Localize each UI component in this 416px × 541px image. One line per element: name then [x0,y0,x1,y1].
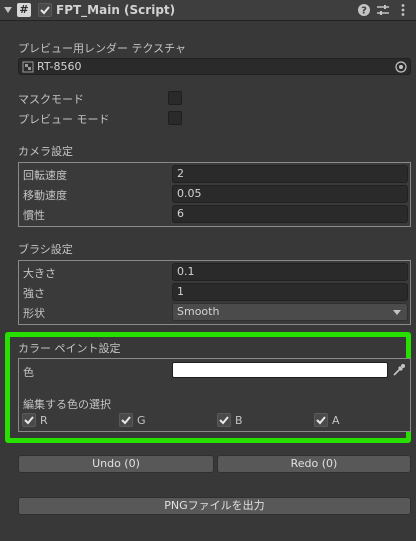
svg-text:?: ? [361,6,367,17]
texture-object-field[interactable]: RT-8560 [18,58,411,75]
channel-a-label: A [332,414,340,427]
undo-button[interactable]: Undo (0) [18,455,214,473]
move-speed-label: 移動速度 [23,189,67,202]
color-label: 色 [23,366,34,379]
channel-r-label: R [40,414,48,427]
object-picker-icon[interactable] [395,61,407,73]
move-speed-field[interactable]: 0.05 [172,185,408,203]
texture-label: プレビュー用レンダー テクスチャ [18,42,187,55]
brush-size-label: 大きさ [23,267,56,280]
brush-shape-dropdown[interactable]: Smooth [172,303,408,321]
inertia-field[interactable]: 6 [172,205,408,223]
component-title: FPT_Main (Script) [56,3,176,17]
channel-b-checkbox[interactable] [217,413,231,427]
brush-strength-field[interactable]: 1 [172,283,408,301]
dropdown-arrow-icon [393,310,401,315]
channel-g-checkbox[interactable] [119,413,133,427]
inertia-label: 慣性 [23,209,45,222]
brush-size-field[interactable]: 0.1 [172,263,408,281]
brush-strength-label: 強さ [23,287,45,300]
export-png-button[interactable]: PNGファイルを出力 [18,497,411,515]
brush-shape-value: Smooth [177,305,220,318]
channel-r-checkbox[interactable] [22,413,36,427]
texture-value: RT-8560 [37,60,82,73]
camera-settings-title: カメラ設定 [18,145,73,158]
mask-mode-label: マスクモード [18,93,84,106]
help-icon[interactable]: ? [357,3,371,17]
channel-b-label: B [235,414,243,427]
redo-button[interactable]: Redo (0) [217,455,411,473]
channel-select-label: 編集する色の選択 [23,398,111,411]
brush-settings-title: ブラシ設定 [18,243,73,256]
component-enabled-checkbox[interactable] [38,3,52,17]
foldout-arrow-icon[interactable] [4,7,12,13]
color-field[interactable] [172,362,388,378]
script-icon: # [17,3,31,17]
rotation-speed-label: 回転速度 [23,169,67,182]
preview-mode-checkbox[interactable] [168,111,182,125]
eyedropper-icon[interactable] [392,363,406,377]
brush-shape-label: 形状 [23,307,45,320]
render-texture-icon [22,61,34,73]
presets-icon[interactable] [376,3,390,17]
context-menu-icon[interactable] [396,3,410,17]
mask-mode-checkbox[interactable] [168,91,182,105]
channel-a-checkbox[interactable] [314,413,328,427]
component-header: # FPT_Main (Script) ? [0,0,416,21]
preview-mode-label: プレビュー モード [18,113,110,126]
rotation-speed-field[interactable]: 2 [172,165,408,183]
color-paint-title: カラー ペイント設定 [18,342,121,355]
channel-g-label: G [137,414,146,427]
